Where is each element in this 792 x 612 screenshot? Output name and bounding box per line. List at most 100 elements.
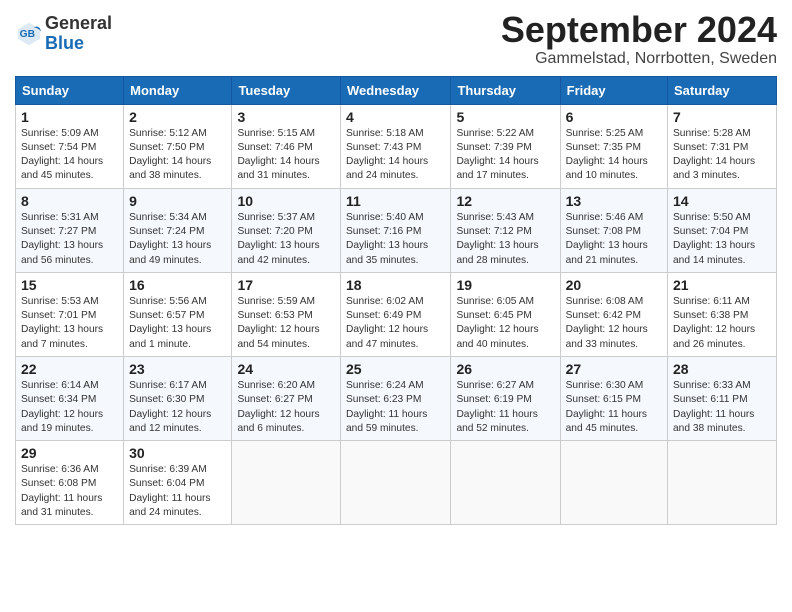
day-number: 2 <box>129 109 226 125</box>
daylight-text: Daylight: 13 hours and 35 minutes. <box>346 240 428 265</box>
sunset-text: Sunset: 6:11 PM <box>673 394 748 405</box>
calendar-header-row: SundayMondayTuesdayWednesdayThursdayFrid… <box>16 76 777 104</box>
daylight-text: Daylight: 11 hours and 52 minutes. <box>456 409 537 434</box>
cell-content: Sunrise: 5:59 AM Sunset: 6:53 PM Dayligh… <box>237 295 335 352</box>
day-number: 8 <box>21 193 118 209</box>
calendar-table: SundayMondayTuesdayWednesdayThursdayFrid… <box>15 76 777 526</box>
daylight-text: Daylight: 14 hours and 24 minutes. <box>346 156 428 181</box>
calendar-cell: 8 Sunrise: 5:31 AM Sunset: 7:27 PM Dayli… <box>16 188 124 272</box>
day-number: 30 <box>129 445 226 461</box>
calendar-week-3: 22 Sunrise: 6:14 AM Sunset: 6:34 PM Dayl… <box>16 356 777 440</box>
day-number: 22 <box>21 361 118 377</box>
cell-content: Sunrise: 5:18 AM Sunset: 7:43 PM Dayligh… <box>346 127 445 184</box>
calendar-cell: 24 Sunrise: 6:20 AM Sunset: 6:27 PM Dayl… <box>232 356 341 440</box>
cell-content: Sunrise: 5:53 AM Sunset: 7:01 PM Dayligh… <box>21 295 118 352</box>
sunset-text: Sunset: 7:31 PM <box>673 142 748 153</box>
cell-content: Sunrise: 5:28 AM Sunset: 7:31 PM Dayligh… <box>673 127 771 184</box>
day-number: 21 <box>673 277 771 293</box>
daylight-text: Daylight: 13 hours and 49 minutes. <box>129 240 211 265</box>
calendar-cell: 4 Sunrise: 5:18 AM Sunset: 7:43 PM Dayli… <box>341 104 451 188</box>
cell-content: Sunrise: 6:27 AM Sunset: 6:19 PM Dayligh… <box>456 379 554 436</box>
day-number: 26 <box>456 361 554 377</box>
calendar-cell: 9 Sunrise: 5:34 AM Sunset: 7:24 PM Dayli… <box>124 188 232 272</box>
day-number: 3 <box>237 109 335 125</box>
day-number: 25 <box>346 361 445 377</box>
daylight-text: Daylight: 13 hours and 7 minutes. <box>21 324 103 349</box>
sunrise-text: Sunrise: 6:14 AM <box>21 380 99 391</box>
sunrise-text: Sunrise: 5:37 AM <box>237 212 315 223</box>
logo-text: General Blue <box>45 14 112 54</box>
sunset-text: Sunset: 7:46 PM <box>237 142 312 153</box>
sunset-text: Sunset: 6:04 PM <box>129 478 204 489</box>
day-number: 14 <box>673 193 771 209</box>
sunset-text: Sunset: 7:08 PM <box>566 226 641 237</box>
cell-content: Sunrise: 6:20 AM Sunset: 6:27 PM Dayligh… <box>237 379 335 436</box>
daylight-text: Daylight: 11 hours and 31 minutes. <box>21 493 102 518</box>
sunset-text: Sunset: 6:34 PM <box>21 394 96 405</box>
daylight-text: Daylight: 13 hours and 56 minutes. <box>21 240 103 265</box>
day-number: 20 <box>566 277 662 293</box>
calendar-cell: 18 Sunrise: 6:02 AM Sunset: 6:49 PM Dayl… <box>341 272 451 356</box>
day-number: 7 <box>673 109 771 125</box>
daylight-text: Daylight: 12 hours and 26 minutes. <box>673 324 755 349</box>
calendar-cell: 3 Sunrise: 5:15 AM Sunset: 7:46 PM Dayli… <box>232 104 341 188</box>
daylight-text: Daylight: 14 hours and 17 minutes. <box>456 156 538 181</box>
cell-content: Sunrise: 5:37 AM Sunset: 7:20 PM Dayligh… <box>237 211 335 268</box>
day-number: 24 <box>237 361 335 377</box>
cell-content: Sunrise: 5:43 AM Sunset: 7:12 PM Dayligh… <box>456 211 554 268</box>
sunrise-text: Sunrise: 6:05 AM <box>456 296 534 307</box>
calendar-cell <box>232 441 341 525</box>
calendar-cell: 13 Sunrise: 5:46 AM Sunset: 7:08 PM Dayl… <box>560 188 667 272</box>
day-number: 4 <box>346 109 445 125</box>
calendar-week-1: 8 Sunrise: 5:31 AM Sunset: 7:27 PM Dayli… <box>16 188 777 272</box>
logo-blue: Blue <box>45 33 84 53</box>
cell-content: Sunrise: 5:50 AM Sunset: 7:04 PM Dayligh… <box>673 211 771 268</box>
calendar-cell: 29 Sunrise: 6:36 AM Sunset: 6:08 PM Dayl… <box>16 441 124 525</box>
sunset-text: Sunset: 6:15 PM <box>566 394 641 405</box>
daylight-text: Daylight: 13 hours and 28 minutes. <box>456 240 538 265</box>
calendar-cell: 27 Sunrise: 6:30 AM Sunset: 6:15 PM Dayl… <box>560 356 667 440</box>
daylight-text: Daylight: 11 hours and 24 minutes. <box>129 493 210 518</box>
sunrise-text: Sunrise: 5:22 AM <box>456 128 534 139</box>
cell-content: Sunrise: 5:22 AM Sunset: 7:39 PM Dayligh… <box>456 127 554 184</box>
calendar-cell: 11 Sunrise: 5:40 AM Sunset: 7:16 PM Dayl… <box>341 188 451 272</box>
sunrise-text: Sunrise: 6:11 AM <box>673 296 750 307</box>
calendar-cell: 23 Sunrise: 6:17 AM Sunset: 6:30 PM Dayl… <box>124 356 232 440</box>
sunrise-text: Sunrise: 5:18 AM <box>346 128 424 139</box>
day-number: 6 <box>566 109 662 125</box>
month-title: September 2024 <box>501 10 777 50</box>
title-block: September 2024 Gammelstad, Norrbotten, S… <box>501 10 777 68</box>
cell-content: Sunrise: 5:09 AM Sunset: 7:54 PM Dayligh… <box>21 127 118 184</box>
calendar-cell: 10 Sunrise: 5:37 AM Sunset: 7:20 PM Dayl… <box>232 188 341 272</box>
cell-content: Sunrise: 6:17 AM Sunset: 6:30 PM Dayligh… <box>129 379 226 436</box>
sunrise-text: Sunrise: 5:53 AM <box>21 296 99 307</box>
sunrise-text: Sunrise: 6:36 AM <box>21 464 99 475</box>
daylight-text: Daylight: 14 hours and 10 minutes. <box>566 156 648 181</box>
sunrise-text: Sunrise: 5:15 AM <box>237 128 315 139</box>
cell-content: Sunrise: 6:36 AM Sunset: 6:08 PM Dayligh… <box>21 463 118 520</box>
cell-content: Sunrise: 6:39 AM Sunset: 6:04 PM Dayligh… <box>129 463 226 520</box>
sunrise-text: Sunrise: 5:31 AM <box>21 212 99 223</box>
calendar-cell: 14 Sunrise: 5:50 AM Sunset: 7:04 PM Dayl… <box>668 188 777 272</box>
sunset-text: Sunset: 6:19 PM <box>456 394 531 405</box>
day-number: 27 <box>566 361 662 377</box>
sunset-text: Sunset: 7:50 PM <box>129 142 204 153</box>
daylight-text: Daylight: 12 hours and 19 minutes. <box>21 409 103 434</box>
sunrise-text: Sunrise: 5:43 AM <box>456 212 534 223</box>
cell-content: Sunrise: 6:11 AM Sunset: 6:38 PM Dayligh… <box>673 295 771 352</box>
sunrise-text: Sunrise: 6:20 AM <box>237 380 315 391</box>
sunrise-text: Sunrise: 5:40 AM <box>346 212 424 223</box>
sunrise-text: Sunrise: 6:33 AM <box>673 380 751 391</box>
daylight-text: Daylight: 11 hours and 38 minutes. <box>673 409 754 434</box>
cell-content: Sunrise: 5:40 AM Sunset: 7:16 PM Dayligh… <box>346 211 445 268</box>
cell-content: Sunrise: 6:33 AM Sunset: 6:11 PM Dayligh… <box>673 379 771 436</box>
sunrise-text: Sunrise: 5:50 AM <box>673 212 751 223</box>
daylight-text: Daylight: 13 hours and 42 minutes. <box>237 240 319 265</box>
daylight-text: Daylight: 12 hours and 40 minutes. <box>456 324 538 349</box>
logo: GB General Blue <box>15 14 112 54</box>
daylight-text: Daylight: 14 hours and 45 minutes. <box>21 156 103 181</box>
sunrise-text: Sunrise: 5:28 AM <box>673 128 751 139</box>
sunset-text: Sunset: 6:23 PM <box>346 394 421 405</box>
calendar-cell: 25 Sunrise: 6:24 AM Sunset: 6:23 PM Dayl… <box>341 356 451 440</box>
logo-general: General <box>45 13 112 33</box>
